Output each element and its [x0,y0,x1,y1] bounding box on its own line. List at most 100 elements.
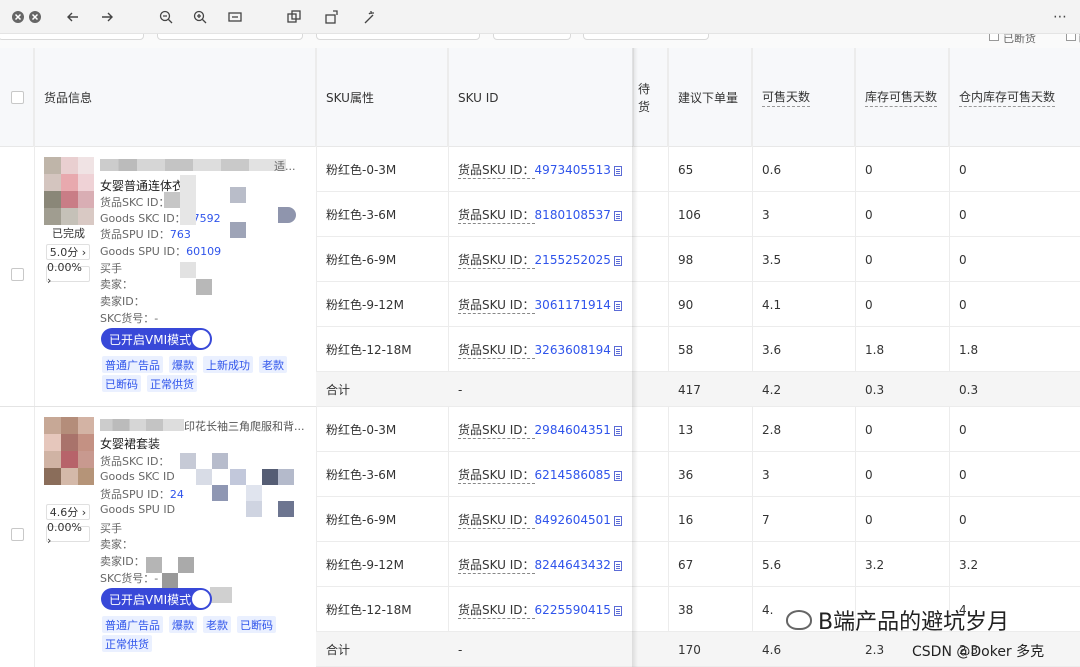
table-row[interactable]: 粉红色-9-12M 货品SKU ID： 3061171914 90 4.1 0 0 [316,282,1080,327]
goods-spu-value[interactable]: 60109 [186,245,221,258]
warehouse-stock-days-cell: 0 [959,162,967,177]
product-name[interactable]: 女婴裙套装 [100,435,160,452]
sku-id-cell: 货品SKU ID： 6214586085 [448,452,634,497]
spu-value[interactable]: 24 [170,488,184,501]
score-badge[interactable]: 4.6分 › [46,504,90,520]
stock-sellable-days-cell: 0 [865,297,873,312]
sku-attr-cell: 粉红色-3-6M [326,208,397,222]
select-all-checkbox[interactable] [11,91,24,104]
row-checkbox[interactable] [11,268,24,281]
sku-id-link[interactable]: 4973405513 [535,163,611,177]
zoom-out-icon[interactable] [156,7,176,27]
document-icon[interactable] [613,560,622,571]
sku-id-cell: 货品SKU ID： 8492604501 [448,497,634,542]
sku-id-link[interactable]: 8180108537 [535,208,611,222]
sku-id-label: 货品SKU ID： [458,512,535,529]
document-icon[interactable] [613,300,622,311]
document-icon[interactable] [613,210,622,221]
rate-badge[interactable]: 0.00% › [46,261,90,287]
suggested-qty-cell: 106 [678,207,701,222]
seller-label: 卖家： [100,538,133,551]
filter-field[interactable] [0,34,144,40]
warehouse-stock-days-cell: 0 [959,207,967,222]
sku-id-cell: 货品SKU ID： 3061171914 [448,282,634,327]
zoom-in-icon[interactable] [190,7,210,27]
tag: 普通广告品 [102,616,163,633]
spu-label-text: 货品SPU ID： [100,228,170,241]
filter-field[interactable] [493,34,571,40]
spu-label-text: 货品SPU ID： [100,488,170,501]
document-icon[interactable] [613,470,622,481]
total-qty-cell: 170 [678,642,701,657]
table-row[interactable]: 粉红色-3-6M 货品SKU ID： 8180108537 106 3 0 0 [316,192,1080,237]
product-thumbnail[interactable] [44,157,94,225]
skc-no-value: - [154,312,159,325]
product-group: 适... 女婴普通连体衣 货品SKC ID： Goods SKC ID：1759… [0,147,1080,407]
table-row[interactable]: 粉红色-9-12M 货品SKU ID： 8244643432 67 5.6 3.2… [316,542,1080,587]
tag: 正常供货 [147,375,197,392]
document-icon[interactable] [613,255,622,266]
sku-id-link[interactable]: 3061171914 [535,298,611,312]
document-icon[interactable] [613,425,622,436]
table-row[interactable]: 粉红色-6-9M 货品SKU ID： 8492604501 16 7 0 0 [316,497,1080,542]
spu-label: 货品SPU ID：24 [100,486,184,502]
filter-checkbox[interactable] [1066,34,1076,41]
sku-id-link[interactable]: 2155252025 [535,253,611,267]
sku-id-cell: 货品SKU ID： 8180108537 [448,192,634,237]
spu-value[interactable]: 763 [170,228,191,241]
table-row[interactable]: 粉红色-3-6M 货品SKU ID： 6214586085 36 3 0 0 [316,452,1080,497]
row-checkbox[interactable] [11,528,24,541]
rotate-icon[interactable] [322,7,342,27]
sellable-days-cell: 3 [762,467,770,482]
sku-id-link[interactable]: 3263608194 [535,343,611,357]
arrow-left-icon[interactable] [63,7,83,27]
total-label: 合计 [326,643,351,657]
close-icon[interactable] [25,7,45,27]
sku-id-label: 货品SKU ID： [458,342,535,359]
out-of-stock-checkbox[interactable] [989,34,999,41]
sku-id-link[interactable]: 2984604351 [535,423,611,437]
header-warehouse-stock-days-label: 仓内库存可售天数 [959,88,1056,107]
sku-id-label: 货品SKU ID： [458,252,535,269]
product-info-cell: 印花长袖三角爬服和背... 女婴裙套装 货品SKC ID： Goods SKC … [34,407,316,667]
table-row[interactable]: 粉红色-12-18M 货品SKU ID： 3263608194 58 3.6 1.… [316,327,1080,372]
document-icon[interactable] [613,605,622,616]
product-thumbnail[interactable] [44,417,94,485]
tag: 正常供货 [102,635,152,652]
skc-no-label-text: SKC货号： [100,312,155,325]
skc-no-label-text: SKC货号： [100,572,155,585]
filter-field[interactable] [316,34,480,40]
toggle-knob [192,590,210,608]
sku-id-link[interactable]: 8492604501 [535,513,611,527]
table-row[interactable]: 粉红色-0-3M 货品SKU ID： 4973405513 65 0.6 0 0 [316,147,1080,192]
blurred-title [100,419,184,431]
document-icon[interactable] [613,515,622,526]
sku-id-label: 货品SKU ID： [458,422,535,439]
table-row[interactable]: 粉红色-6-9M 货品SKU ID： 2155252025 98 3.5 0 0 [316,237,1080,282]
sku-id-label: 货品SKU ID： [458,602,535,619]
filter-field[interactable] [583,34,709,40]
product-title-tail: 适... [274,160,296,173]
copy-icon[interactable] [284,7,304,27]
document-icon[interactable] [613,165,622,176]
vmi-toggle[interactable]: 已开启VMI模式 [101,328,212,350]
arrow-right-icon[interactable] [97,7,117,27]
vmi-toggle[interactable]: 已开启VMI模式 [101,588,212,610]
header-product-info: 货品信息 [34,48,316,147]
sku-id-link[interactable]: 6214586085 [535,468,611,482]
sku-id-link[interactable]: 8244643432 [535,558,611,572]
document-icon[interactable] [613,345,622,356]
tag: 爆款 [169,356,197,373]
table-row[interactable]: 粉红色-0-3M 货品SKU ID： 2984604351 13 2.8 0 0 [316,407,1080,452]
sellable-days-cell: 0.6 [762,162,782,177]
more-icon[interactable]: ⋯ [1050,7,1070,27]
sku-id-link[interactable]: 6225590415 [535,603,611,617]
filter-field[interactable] [157,34,303,40]
tag: 已断码 [102,375,141,392]
fit-icon[interactable] [225,7,245,27]
score-badge[interactable]: 5.0分 › [46,244,90,260]
goods-spu-label: Goods SPU ID：60109 [100,243,221,259]
magic-icon[interactable] [359,7,379,27]
sellable-days-cell: 3.6 [762,342,782,357]
rate-badge[interactable]: 0.00% › [46,521,90,547]
